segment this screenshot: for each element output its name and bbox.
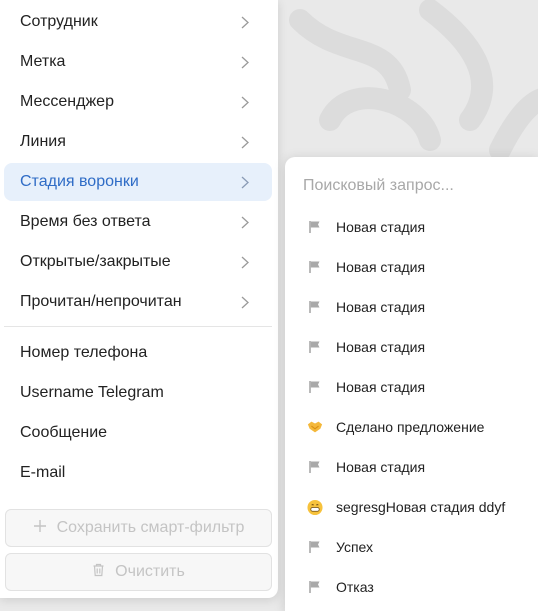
- save-smart-filter-label: Сохранить смарт-фильтр: [56, 519, 245, 536]
- menu-item-label: Сотрудник: [20, 13, 98, 30]
- menu-item-label: Прочитан/непрочитан: [20, 293, 182, 310]
- menu-item-label: Мессенджер: [20, 93, 114, 110]
- clear-label: Очистить: [115, 563, 185, 580]
- stage-item[interactable]: Сделано предложение: [285, 407, 538, 447]
- chevron-right-icon: [240, 15, 250, 29]
- handshake-emoji-icon: [307, 419, 323, 435]
- funnel-stage-submenu: Новая стадия Новая стадия Новая стадия Н…: [285, 157, 538, 611]
- grin-emoji-icon: [307, 499, 323, 515]
- stage-label: Новая стадия: [336, 379, 426, 395]
- flag-icon: [307, 379, 323, 395]
- menu-item-label: Номер телефона: [20, 344, 148, 361]
- stage-label: Успех: [336, 539, 374, 555]
- stage-label: Новая стадия: [336, 259, 426, 275]
- menu-item-email[interactable]: E-mail: [4, 454, 272, 492]
- menu-item-label: Метка: [20, 53, 66, 70]
- flag-icon: [307, 459, 323, 475]
- chevron-right-icon: [240, 175, 250, 189]
- chevron-right-icon: [240, 135, 250, 149]
- flag-icon: [307, 299, 323, 315]
- stage-label: Сделано предложение: [336, 419, 485, 435]
- menu-item-username-telegram[interactable]: Username Telegram: [4, 374, 272, 412]
- menu-item-messenger[interactable]: Мессенджер: [4, 83, 272, 121]
- stage-label: Новая стадия: [336, 299, 426, 315]
- stage-label: Отказ: [336, 579, 374, 595]
- menu-item-label: Время без ответа: [20, 213, 151, 230]
- stage-label: Новая стадия: [336, 339, 426, 355]
- stage-label: segresgНовая стадия ddyf: [336, 499, 506, 515]
- stage-item[interactable]: Новая стадия: [285, 447, 538, 487]
- flag-icon: [307, 539, 323, 555]
- stage-label: Новая стадия: [336, 219, 426, 235]
- menu-item-label: Линия: [20, 133, 66, 150]
- flag-icon: [307, 339, 323, 355]
- menu-divider: [4, 326, 272, 327]
- menu-item-tag[interactable]: Метка: [4, 43, 272, 81]
- stage-item[interactable]: Успех: [285, 527, 538, 567]
- search-input[interactable]: [303, 169, 523, 203]
- stage-item[interactable]: segresgНовая стадия ddyf: [285, 487, 538, 527]
- chevron-right-icon: [240, 295, 250, 309]
- chevron-right-icon: [240, 95, 250, 109]
- chevron-right-icon: [240, 55, 250, 69]
- flag-icon: [307, 579, 323, 595]
- plus-icon: [33, 519, 47, 538]
- chevron-right-icon: [240, 215, 250, 229]
- save-smart-filter-button[interactable]: Сохранить смарт-фильтр: [5, 509, 272, 547]
- clear-button[interactable]: Очистить: [5, 553, 272, 591]
- menu-item-message[interactable]: Сообщение: [4, 414, 272, 452]
- menu-item-label: Открытые/закрытые: [20, 253, 171, 270]
- trash-icon: [92, 563, 105, 582]
- stage-item[interactable]: Отказ: [285, 567, 538, 607]
- menu-item-label: Сообщение: [20, 424, 108, 441]
- flag-icon: [307, 219, 323, 235]
- chevron-right-icon: [240, 255, 250, 269]
- menu-item-employee[interactable]: Сотрудник: [4, 3, 272, 41]
- menu-item-line[interactable]: Линия: [4, 123, 272, 161]
- menu-item-label: E-mail: [20, 464, 66, 481]
- filter-menu: Сотрудник Метка Мессенджер Линия Стадия …: [0, 0, 278, 598]
- menu-item-label: Стадия воронки: [20, 173, 139, 190]
- menu-item-open-closed[interactable]: Открытые/закрытые: [4, 243, 272, 281]
- flag-icon: [307, 259, 323, 275]
- stage-item[interactable]: Новая стадия: [285, 327, 538, 367]
- stage-item[interactable]: Новая стадия: [285, 207, 538, 247]
- stage-item[interactable]: Новая стадия: [285, 367, 538, 407]
- stage-item[interactable]: Новая стадия: [285, 247, 538, 287]
- menu-item-phone-number[interactable]: Номер телефона: [4, 334, 272, 372]
- menu-item-read-unread[interactable]: Прочитан/непрочитан: [4, 283, 272, 321]
- menu-item-time-without-reply[interactable]: Время без ответа: [4, 203, 272, 241]
- menu-item-funnel-stage[interactable]: Стадия воронки: [4, 163, 272, 201]
- stage-item[interactable]: Новая стадия: [285, 287, 538, 327]
- menu-item-label: Username Telegram: [20, 384, 164, 401]
- stage-label: Новая стадия: [336, 459, 426, 475]
